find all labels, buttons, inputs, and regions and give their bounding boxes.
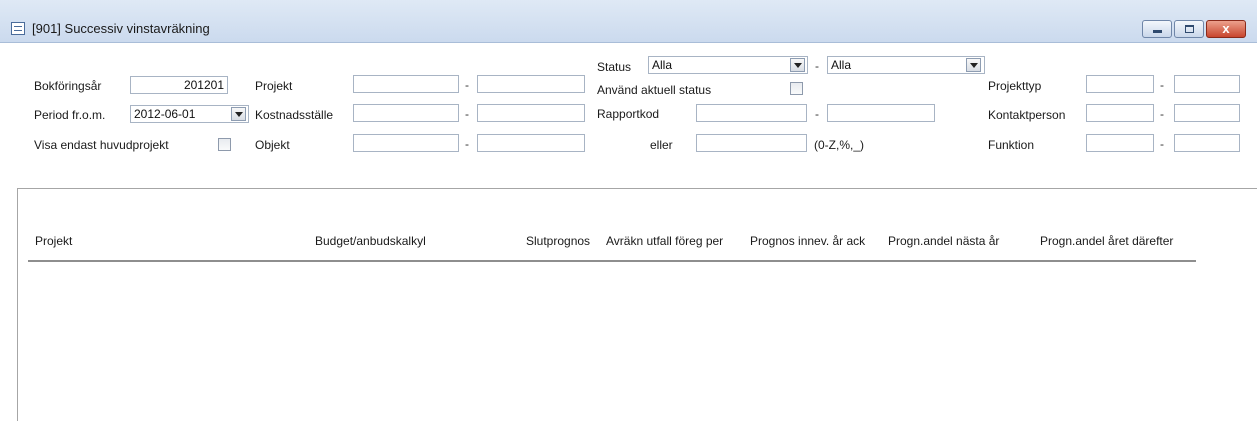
eller-hint: (0-Z,%,_) bbox=[814, 138, 865, 152]
status-label: Status bbox=[597, 60, 632, 74]
funktion-range-separator: - bbox=[1160, 137, 1164, 151]
objekt-from-input[interactable] bbox=[353, 134, 459, 152]
projekttyp-range-separator: - bbox=[1160, 78, 1164, 92]
rapportkod-to-input[interactable] bbox=[827, 104, 935, 122]
visa-huvudprojekt-label: Visa endast huvudprojekt bbox=[34, 138, 169, 152]
close-button[interactable]: x bbox=[1206, 20, 1246, 38]
anvand-aktuell-status-label: Använd aktuell status bbox=[597, 83, 712, 97]
objekt-to-input[interactable] bbox=[477, 134, 585, 152]
column-header-slutprognos[interactable]: Slutprognos bbox=[526, 234, 590, 248]
column-header-progn-nasta-ar[interactable]: Progn.andel nästa år bbox=[888, 234, 999, 248]
period-label: Period fr.o.m. bbox=[34, 108, 106, 122]
rapportkod-from-input[interactable] bbox=[696, 104, 807, 122]
column-header-avrakn-utfall[interactable]: Avräkn utfall föreg per bbox=[606, 234, 723, 248]
column-header-projekt[interactable]: Projekt bbox=[35, 234, 72, 248]
objekt-range-separator: - bbox=[465, 137, 469, 151]
visa-huvudprojekt-checkbox[interactable] bbox=[218, 138, 231, 151]
status-to-combo[interactable]: Alla bbox=[827, 56, 985, 74]
column-header-prognos-innev[interactable]: Prognos innev. år ack bbox=[750, 234, 865, 248]
maximize-icon bbox=[1185, 25, 1194, 33]
kontaktperson-range-separator: - bbox=[1160, 107, 1164, 121]
eller-label: eller bbox=[650, 138, 673, 152]
projekttyp-label: Projekttyp bbox=[988, 79, 1042, 93]
minimize-button[interactable] bbox=[1142, 20, 1172, 38]
kontaktperson-to-input[interactable] bbox=[1174, 104, 1240, 122]
title-bar: [901] Successiv vinstavräkning x bbox=[0, 0, 1257, 43]
eller-input[interactable] bbox=[696, 134, 807, 152]
column-header-progn-aret-darefter[interactable]: Progn.andel året därefter bbox=[1040, 234, 1173, 248]
rapportkod-range-separator: - bbox=[815, 107, 819, 121]
projekttyp-from-input[interactable] bbox=[1086, 75, 1154, 93]
funktion-from-input[interactable] bbox=[1086, 134, 1154, 152]
status-range-separator: - bbox=[815, 59, 819, 73]
header-divider bbox=[28, 260, 1196, 262]
kostnadsstalle-label: Kostnadsställe bbox=[255, 108, 334, 122]
status-to-dropdown-chevron-icon[interactable] bbox=[966, 58, 981, 72]
projekt-range-separator: - bbox=[465, 78, 469, 92]
kostnadsstalle-from-input[interactable] bbox=[353, 104, 459, 122]
status-from-combo[interactable]: Alla bbox=[648, 56, 808, 74]
minimize-icon bbox=[1153, 30, 1162, 33]
results-grid[interactable]: Projekt Budget/anbudskalkyl Slutprognos … bbox=[17, 188, 1257, 421]
funktion-label: Funktion bbox=[988, 138, 1035, 152]
status-to-value: Alla bbox=[831, 58, 852, 72]
rapportkod-label: Rapportkod bbox=[597, 107, 660, 121]
close-icon: x bbox=[1222, 21, 1230, 36]
kontaktperson-label: Kontaktperson bbox=[988, 108, 1066, 122]
projekt-label: Projekt bbox=[255, 79, 293, 93]
window-icon[interactable] bbox=[11, 22, 25, 35]
projekttyp-to-input[interactable] bbox=[1174, 75, 1240, 93]
kostnadsstalle-to-input[interactable] bbox=[477, 104, 585, 122]
status-from-dropdown-chevron-icon[interactable] bbox=[790, 58, 805, 72]
bokforingsar-label: Bokföringsår bbox=[34, 79, 102, 93]
bokforingsar-input[interactable] bbox=[130, 76, 228, 94]
kostnadsstalle-range-separator: - bbox=[465, 107, 469, 121]
kontaktperson-from-input[interactable] bbox=[1086, 104, 1154, 122]
period-value: 2012-06-01 bbox=[134, 107, 196, 121]
objekt-label: Objekt bbox=[255, 138, 290, 152]
maximize-button[interactable] bbox=[1174, 20, 1204, 38]
window-title: [901] Successiv vinstavräkning bbox=[32, 21, 210, 36]
column-header-budget[interactable]: Budget/anbudskalkyl bbox=[315, 234, 426, 248]
projekt-to-input[interactable] bbox=[477, 75, 585, 93]
status-from-value: Alla bbox=[652, 58, 673, 72]
funktion-to-input[interactable] bbox=[1174, 134, 1240, 152]
anvand-aktuell-status-checkbox[interactable] bbox=[790, 82, 803, 95]
period-dropdown-chevron-icon[interactable] bbox=[231, 107, 246, 121]
projekt-from-input[interactable] bbox=[353, 75, 459, 93]
